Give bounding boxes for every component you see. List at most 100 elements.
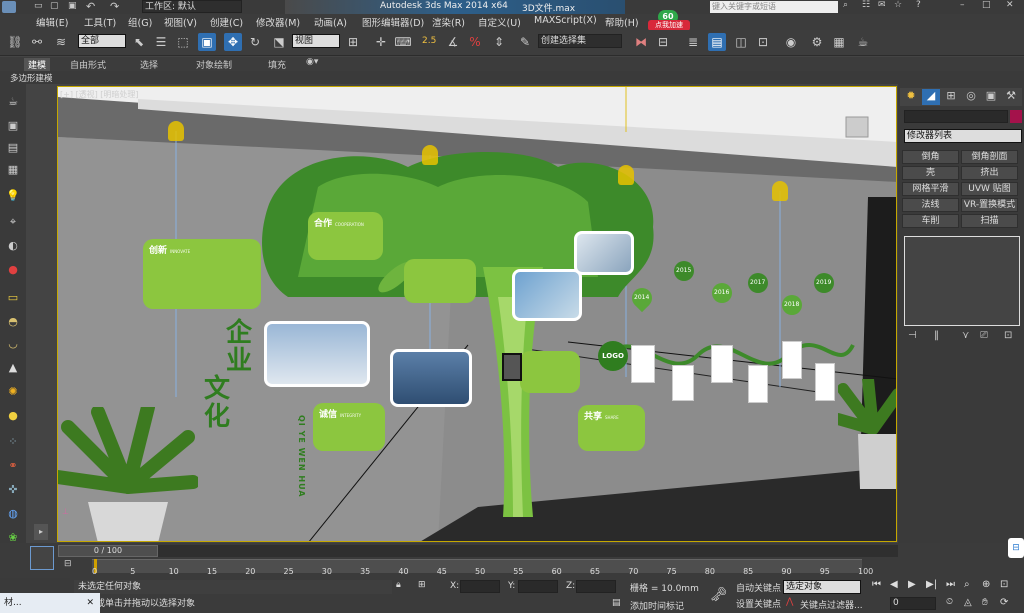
goto-end-icon[interactable]: ⏭ [946,579,955,590]
pendant-lamp-1[interactable] [168,121,184,141]
side-badge[interactable]: ⊟ [1008,538,1024,558]
snap-toggle[interactable]: 2.5 [422,36,436,46]
speaker-icon[interactable]: ◐ [4,238,22,254]
particles-icon[interactable]: ⁘ [4,434,22,450]
time-tag-icon[interactable]: ▤ [612,598,621,608]
menu-edit[interactable]: 编辑(E) [36,15,68,29]
camera-icon[interactable]: ⌖ [4,214,22,230]
x-coordinate-input[interactable] [460,580,500,593]
percent-snap-icon[interactable]: % [466,33,484,51]
menu-views[interactable]: 视图(V) [164,15,197,29]
undo-icon[interactable]: ↶ [86,0,95,13]
light-bulb-icon[interactable]: 💡 [4,188,22,204]
next-frame-icon[interactable]: ▶| [926,579,937,590]
subscription-icon[interactable]: ☷ [862,0,870,10]
prev-frame-icon[interactable]: ◀ [890,579,898,590]
modifier-bevel-button[interactable]: 倒角 [902,150,959,164]
layer-manager-icon[interactable]: ≣ [684,33,702,51]
angle-snap-icon[interactable]: ∡ [444,33,462,51]
save-file-icon[interactable]: ▣ [68,1,77,11]
menu-help[interactable]: 帮助(H) [605,15,639,29]
search-icon[interactable]: ⌕ [843,0,848,10]
pendant-lamp-4[interactable] [772,181,788,201]
select-object-icon[interactable]: ⬉ [130,33,148,51]
goto-start-icon[interactable]: ⏮ [872,579,881,590]
selection-filter-dropdown[interactable]: 全部 [78,34,126,48]
hierarchy-tab-icon[interactable]: ⊞ [942,89,960,105]
favorites-icon[interactable]: ☆ [894,0,902,10]
ribbon-options-icon[interactable]: ◉▾ [306,57,318,67]
fov-icon[interactable]: ◬ [964,597,972,608]
modify-tab-icon[interactable]: ◢ [922,89,940,105]
perspective-viewport[interactable]: [+] [透视] [明暗处理] 创新 INNOVATE 合作 COOPERATION… [57,86,897,542]
scale-icon[interactable]: ⬔ [270,33,288,51]
modifier-bevel-profile-button[interactable]: 倒角剖面 [961,150,1018,164]
object-color-swatch[interactable] [1010,110,1022,123]
globe-icon[interactable]: ◍ [4,506,22,522]
set-key-button[interactable]: 设置关键点 [736,597,781,610]
mirror-icon[interactable]: ⧓ [632,33,650,51]
time-config-icon[interactable]: ⏲ [946,597,953,607]
z-coordinate-input[interactable] [576,580,616,593]
orbit-icon[interactable]: ⟳ [1000,597,1008,608]
pan-icon[interactable]: ✋︎ [982,597,988,608]
pivot-icon[interactable]: ⊞ [344,33,362,51]
curve-editor-icon[interactable]: ◫ [732,33,750,51]
time-slider[interactable]: 0 / 100 [58,545,898,557]
show-end-result-icon[interactable]: ‖ [934,330,939,341]
menu-create[interactable]: 创建(C) [210,15,243,29]
help-icon[interactable]: ? [916,0,921,10]
create-tab-icon[interactable]: ✹ [902,89,920,105]
add-time-tag[interactable]: 添加时间标记 [630,599,684,612]
sphere-icon[interactable]: ● [4,408,22,424]
zoom-all-icon[interactable]: ⊕ [982,579,990,590]
make-unique-icon[interactable]: ⋎ [962,330,969,341]
open-file-icon[interactable]: ▢ [50,1,59,11]
bones-icon[interactable]: ✜ [4,482,22,498]
display-tab-icon[interactable]: ▣ [982,89,1000,105]
hemisphere-icon[interactable]: ◓ [4,314,22,330]
modifier-stack-list[interactable] [904,236,1020,326]
panel-tool-icon[interactable]: ▤ [4,140,22,156]
modifier-vr-displace-button[interactable]: VR-置换模式 [961,198,1018,212]
schematic-view-icon[interactable]: ⊡ [754,33,772,51]
menu-modifiers[interactable]: 修改器(M) [256,15,300,29]
remove-modifier-icon[interactable]: ⎚ [980,330,988,341]
bind-space-warp-icon[interactable]: ≋ [52,33,70,51]
modifier-normal-button[interactable]: 法线 [902,198,959,212]
pendant-lamp-3[interactable] [618,165,634,185]
rect-selection-icon[interactable]: ⬚ [174,33,192,51]
box-tool-icon[interactable]: ▣ [4,118,22,134]
zoom-icon[interactable]: ⌕ [964,579,970,590]
window-crossing-icon[interactable]: ▣ [198,33,216,51]
absolute-mode-icon[interactable]: ⊞ [418,580,426,590]
modifier-lathe-button[interactable]: 车削 [902,214,959,228]
ribbon-tab-populate[interactable]: 填充 [268,58,286,71]
rendered-frame-icon[interactable]: ▦ [830,33,848,51]
modifier-meshsmooth-button[interactable]: 网格平滑 [902,182,959,196]
align-icon[interactable]: ⊟ [654,33,672,51]
filter-icon[interactable]: ⊟ [64,559,72,569]
lock-selection-icon[interactable]: 🔒︎ [396,580,401,590]
select-manipulate-icon[interactable]: ✛ [372,33,390,51]
link-icon[interactable]: ⛓ [6,33,24,51]
workspace-dropdown[interactable]: 工作区: 默认 [142,0,242,13]
close-icon[interactable]: ✕ [1006,0,1014,10]
play-icon[interactable]: ▶ [908,579,916,590]
spinner-snap-icon[interactable]: ⇕ [490,33,508,51]
key-mode-dropdown[interactable]: 选定对象 [783,580,861,594]
menu-graph-editors[interactable]: 图形编辑器(D) [362,15,424,29]
auto-key-button[interactable]: 自动关键点 [736,581,781,594]
new-file-icon[interactable]: ▭ [34,1,43,11]
molecule-icon[interactable]: ⚭ [4,458,22,474]
time-slider-thumb[interactable]: 0 / 100 [58,545,158,557]
maximize-icon[interactable]: □ [982,0,991,10]
camera-gizmo[interactable] [502,353,522,381]
modifier-list-dropdown[interactable]: 修改器列表 [904,129,1022,143]
modifier-shell-button[interactable]: 壳 [902,166,959,180]
menu-customize[interactable]: 自定义(U) [478,15,521,29]
modifier-sweep-button[interactable]: 扫描 [961,214,1018,228]
configure-sets-icon[interactable]: ⊡ [1004,330,1012,341]
reference-coordinate-dropdown[interactable]: 视图 [292,34,340,48]
pin-stack-icon[interactable]: ⊣ [908,330,917,341]
